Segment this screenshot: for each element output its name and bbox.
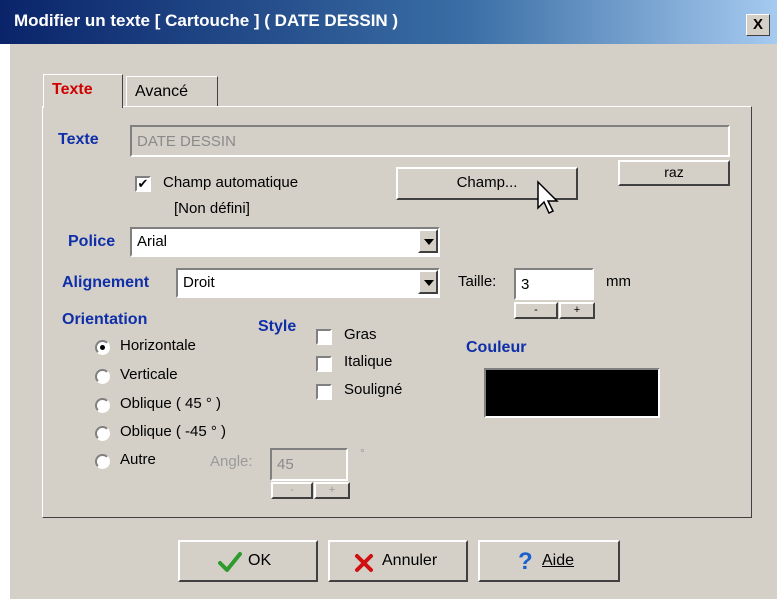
aide-button[interactable]: ? Aide <box>478 540 620 582</box>
ok-button[interactable]: OK <box>178 540 318 582</box>
radio-oblique-minus-45[interactable] <box>95 426 110 441</box>
alignement-select[interactable]: Droit <box>176 268 440 298</box>
x-icon <box>355 554 373 572</box>
orientation-label: Orientation <box>62 311 148 328</box>
souligne-label: Souligné <box>344 381 403 398</box>
radio-autre-label: Autre <box>120 451 156 468</box>
chevron-down-icon[interactable] <box>418 229 438 253</box>
italique-checkbox[interactable] <box>316 356 332 372</box>
ok-label: OK <box>248 552 272 569</box>
annuler-label: Annuler <box>382 552 438 569</box>
taille-input[interactable]: 3 <box>514 268 594 300</box>
tab-texte[interactable]: Texte <box>43 74 123 108</box>
radio-oblique-minus-45-label: Oblique ( -45 ° ) <box>120 423 227 440</box>
auto-field-status: [Non défini] <box>174 200 250 217</box>
angle-plus-button[interactable]: + <box>314 482 350 499</box>
tab-avance[interactable]: Avancé <box>126 76 218 106</box>
gras-checkbox[interactable] <box>316 329 332 345</box>
alignement-label: Alignement <box>62 274 150 291</box>
question-icon: ? <box>518 548 533 575</box>
police-value: Arial <box>137 233 168 250</box>
police-select[interactable]: Arial <box>130 227 440 257</box>
taille-minus-button[interactable]: - <box>514 302 558 319</box>
close-button[interactable]: X <box>746 14 770 36</box>
alignement-value: Droit <box>183 274 215 291</box>
taille-unit: mm <box>606 273 631 290</box>
raz-button[interactable]: raz <box>618 160 730 186</box>
angle-minus-button[interactable]: - <box>271 482 313 499</box>
couleur-swatch[interactable] <box>484 368 660 418</box>
texte-label: Texte <box>58 131 99 148</box>
radio-horizontale-label: Horizontale <box>120 337 196 354</box>
angle-label: Angle: <box>210 453 253 470</box>
window-title: Modifier un texte [ Cartouche ] ( DATE D… <box>14 11 399 30</box>
chevron-down-icon[interactable] <box>418 270 438 294</box>
radio-horizontale[interactable] <box>95 340 110 355</box>
mouse-cursor-icon <box>537 180 559 215</box>
gras-label: Gras <box>344 326 377 343</box>
aide-label: Aide <box>542 552 575 569</box>
annuler-button[interactable]: Annuler <box>328 540 468 582</box>
auto-field-label: Champ automatique <box>163 174 299 191</box>
texte-input[interactable]: DATE DESSIN <box>130 125 730 157</box>
style-label: Style <box>258 318 297 335</box>
radio-verticale-label: Verticale <box>120 366 178 383</box>
checkmark-icon <box>218 552 242 572</box>
angle-input[interactable]: 45 <box>270 448 348 481</box>
radio-oblique-45[interactable] <box>95 398 110 413</box>
auto-field-checkbox[interactable]: ✔ <box>135 176 151 192</box>
souligne-checkbox[interactable] <box>316 384 332 400</box>
italique-label: Italique <box>344 353 393 370</box>
taille-label: Taille: <box>458 273 497 290</box>
radio-oblique-45-label: Oblique ( 45 ° ) <box>120 395 222 412</box>
radio-verticale[interactable] <box>95 369 110 384</box>
radio-autre[interactable] <box>95 454 110 469</box>
taille-plus-button[interactable]: + <box>559 302 595 319</box>
police-label: Police <box>68 233 116 250</box>
angle-unit: ° <box>360 446 365 460</box>
couleur-label: Couleur <box>466 339 527 356</box>
